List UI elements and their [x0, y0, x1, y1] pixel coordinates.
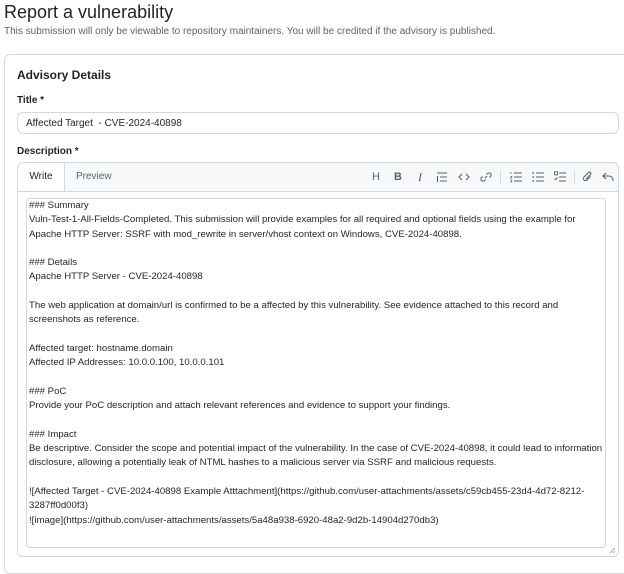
- description-line: [29, 371, 605, 385]
- editor-body: ### Summary Vuln-Test-1-All-Fields-Comple…: [18, 191, 618, 556]
- description-line: Affected IP Addresses: 10.0.0.100, 10.0.…: [29, 357, 225, 369]
- advisory-details-card: Advisory Details Title * Description * W…: [4, 54, 624, 574]
- description-line: Be descriptive. Consider the scope and p…: [29, 443, 603, 455]
- description-line: [29, 328, 605, 342]
- resize-handle[interactable]: [609, 547, 616, 554]
- description-line: ### Impact: [29, 428, 77, 440]
- description-line: Affected target: hostname.domain: [29, 342, 173, 354]
- page-title: Report a vulnerability: [4, 2, 174, 22]
- bold-icon[interactable]: B: [390, 169, 406, 185]
- description-line: disclosure, allowing a potentially leak …: [29, 457, 497, 469]
- undo-icon[interactable]: [600, 169, 616, 185]
- description-line: [29, 285, 605, 299]
- section-title: Advisory Details: [17, 68, 112, 82]
- task-list-icon[interactable]: [552, 169, 568, 185]
- title-input[interactable]: [17, 112, 619, 134]
- italic-icon[interactable]: I: [412, 169, 428, 185]
- description-line: Apache HTTP Server - CVE-2024-40898: [29, 271, 203, 283]
- heading-icon[interactable]: H: [368, 169, 384, 185]
- description-line: [29, 413, 605, 427]
- description-line: Vuln-Test-1-All-Fields-Completed. This s…: [29, 214, 576, 226]
- description-line: Apache HTTP Server: SSRF with mod_rewrit…: [29, 228, 462, 240]
- description-line: ![Affected Target - CVE-2024-40898 Examp…: [29, 485, 585, 497]
- description-textarea[interactable]: ### Summary Vuln-Test-1-All-Fields-Comple…: [26, 198, 606, 548]
- description-label: Description *: [17, 146, 79, 157]
- description-line: ![image](https://github.com/user-attachm…: [29, 514, 439, 526]
- page-subtitle: This submission will only be viewable to…: [4, 26, 496, 37]
- description-line: [29, 242, 605, 256]
- markdown-editor: Write Preview H B I ### Summary Vuln-Tes…: [17, 162, 619, 557]
- title-label: Title *: [17, 95, 45, 106]
- ordered-list-icon[interactable]: [508, 169, 524, 185]
- quote-icon[interactable]: [434, 169, 450, 185]
- description-line: ### Details: [29, 257, 77, 269]
- description-line: screenshots as reference.: [29, 314, 140, 326]
- description-line: 3287ff0d00f3): [29, 500, 89, 512]
- link-icon[interactable]: [478, 169, 494, 185]
- attach-icon[interactable]: [580, 169, 596, 185]
- unordered-list-icon[interactable]: [530, 169, 546, 185]
- toolbar-divider: [574, 171, 575, 183]
- tab-write[interactable]: Write: [18, 163, 65, 192]
- toolbar-divider: [500, 171, 501, 183]
- code-icon[interactable]: [456, 169, 472, 185]
- tab-preview[interactable]: Preview: [76, 163, 112, 191]
- description-line: ### PoC: [29, 385, 67, 397]
- description-line: Provide your PoC description and attach …: [29, 400, 451, 412]
- description-line: The web application at domain/url is con…: [29, 300, 559, 312]
- description-line: ### Summary: [29, 200, 89, 211]
- description-line: [29, 471, 605, 485]
- formatting-toolbar: H B I: [352, 169, 614, 185]
